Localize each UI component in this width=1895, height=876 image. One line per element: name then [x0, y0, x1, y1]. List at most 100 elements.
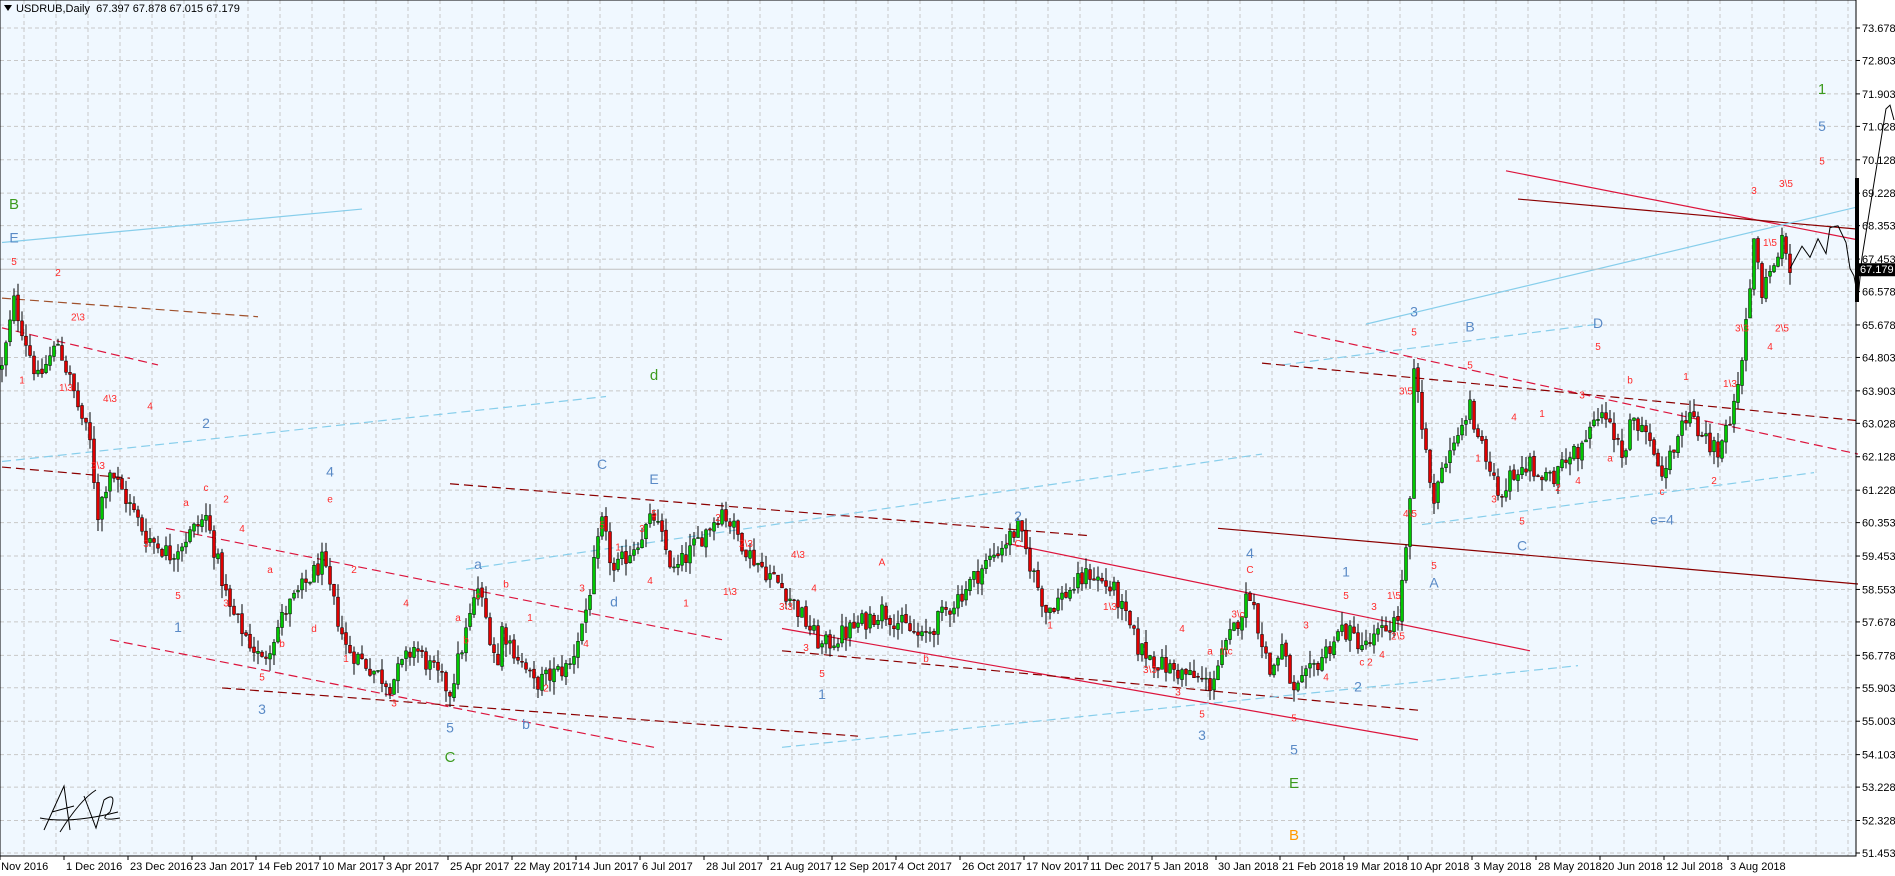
candle-body	[1688, 412, 1692, 424]
candle-body	[992, 554, 996, 558]
candle-body	[1740, 360, 1744, 386]
candle-body	[1216, 665, 1220, 680]
candle-body	[188, 529, 192, 542]
wave-label: 3\3	[1143, 665, 1157, 676]
candle-body	[1372, 633, 1376, 646]
candle-body	[1756, 238, 1760, 263]
candle-body	[112, 472, 116, 479]
wave-label: 3	[803, 643, 809, 654]
x-tick-label: 19 Mar 2018	[1346, 861, 1408, 873]
candle-body	[736, 520, 740, 535]
candle-body	[100, 496, 104, 520]
wave-label: 1	[818, 686, 826, 702]
candle-body	[1196, 676, 1200, 678]
candle-body	[420, 649, 424, 652]
candle-body	[744, 549, 748, 558]
candle-body	[88, 422, 92, 441]
candle-body	[180, 546, 184, 552]
dropdown-triangle-icon[interactable]	[4, 5, 12, 11]
x-tick-label: 12 Sep 2017	[834, 861, 896, 873]
candle-body	[628, 555, 632, 563]
candle-body	[320, 551, 324, 575]
wave-label: 3	[639, 524, 645, 535]
wave-label: B	[1465, 319, 1474, 335]
candle-body	[1620, 440, 1624, 458]
candle-body	[1492, 472, 1496, 476]
candle-body	[128, 502, 132, 504]
candle-body	[392, 679, 396, 695]
candle-body	[1332, 641, 1336, 655]
candle-body	[304, 578, 308, 583]
candle	[1148, 654, 1152, 661]
wave-label: 4\3	[103, 394, 117, 405]
candle-body	[668, 550, 672, 568]
candle-body	[1004, 544, 1008, 549]
candle-body	[1228, 629, 1232, 640]
candle-body	[732, 520, 736, 528]
candle-body	[376, 670, 380, 672]
candle-body	[1292, 681, 1296, 691]
x-tick-label: 10 Mar 2017	[322, 861, 384, 873]
candle-body	[4, 342, 8, 366]
wave-label: 2	[202, 415, 210, 431]
wave-label: 2\3	[739, 539, 753, 550]
candle-body	[1604, 412, 1608, 420]
price-chart[interactable]: BE522\311\34\3423\3ca 2434e1355ab32d143ac…	[0, 0, 1895, 876]
y-tick-label: 53.228	[1862, 782, 1895, 794]
candle-body	[768, 573, 772, 580]
wave-label: 4	[1246, 545, 1254, 561]
candle-body	[960, 593, 964, 602]
candle-body	[1672, 449, 1676, 453]
chart-shift-marker[interactable]	[1855, 178, 1859, 302]
candle-body	[704, 529, 708, 548]
candle-body	[996, 553, 1000, 557]
candle-body	[1452, 442, 1456, 451]
wave-label: C	[445, 749, 456, 766]
y-tick-label: 61.228	[1862, 485, 1895, 497]
candle-body	[1324, 646, 1328, 659]
candle-body	[1612, 422, 1616, 440]
y-tick-label: 54.103	[1862, 750, 1895, 762]
candle-body	[1596, 419, 1600, 421]
y-tick-label: 63.028	[1862, 418, 1895, 430]
candle-body	[1624, 450, 1628, 458]
candle-body	[820, 643, 824, 648]
candle-body	[1764, 276, 1768, 299]
candle-body	[508, 640, 512, 644]
candle-body	[1236, 621, 1240, 629]
candle-body	[1200, 677, 1204, 680]
candle-body	[264, 656, 268, 659]
candle-body	[44, 363, 48, 373]
wave-label: A	[879, 557, 886, 568]
candle-body	[84, 417, 88, 423]
wave-label: b	[463, 635, 469, 646]
candle-body	[400, 659, 404, 665]
candle-body	[356, 653, 360, 665]
candle	[1412, 359, 1416, 499]
candle-body	[1408, 498, 1412, 547]
candle-body	[1084, 568, 1088, 585]
candle-body	[232, 605, 236, 615]
candle-body	[252, 646, 256, 653]
candle-body	[1784, 236, 1788, 254]
candle-body	[336, 596, 340, 627]
candle-body	[436, 661, 440, 671]
wave-label: 3	[1303, 621, 1309, 632]
wave-label: 5	[259, 672, 265, 683]
candle-body	[312, 564, 316, 583]
candle-body	[772, 572, 776, 575]
candle-body	[76, 390, 80, 408]
wave-label: 2\5	[1775, 324, 1789, 335]
wave-label: 1	[1539, 409, 1545, 420]
candle-body	[1256, 603, 1260, 634]
candle-body	[1496, 476, 1500, 496]
wave-label: 1	[1818, 81, 1826, 98]
wave-label: C	[1014, 539, 1021, 550]
y-tick-label: 66.578	[1862, 287, 1895, 299]
candle-body	[1040, 588, 1044, 607]
wave-label: D	[1593, 315, 1603, 331]
candle-body	[1416, 367, 1420, 392]
candle-body	[1616, 438, 1620, 440]
candle-body	[516, 656, 520, 661]
candle-body	[416, 648, 420, 652]
